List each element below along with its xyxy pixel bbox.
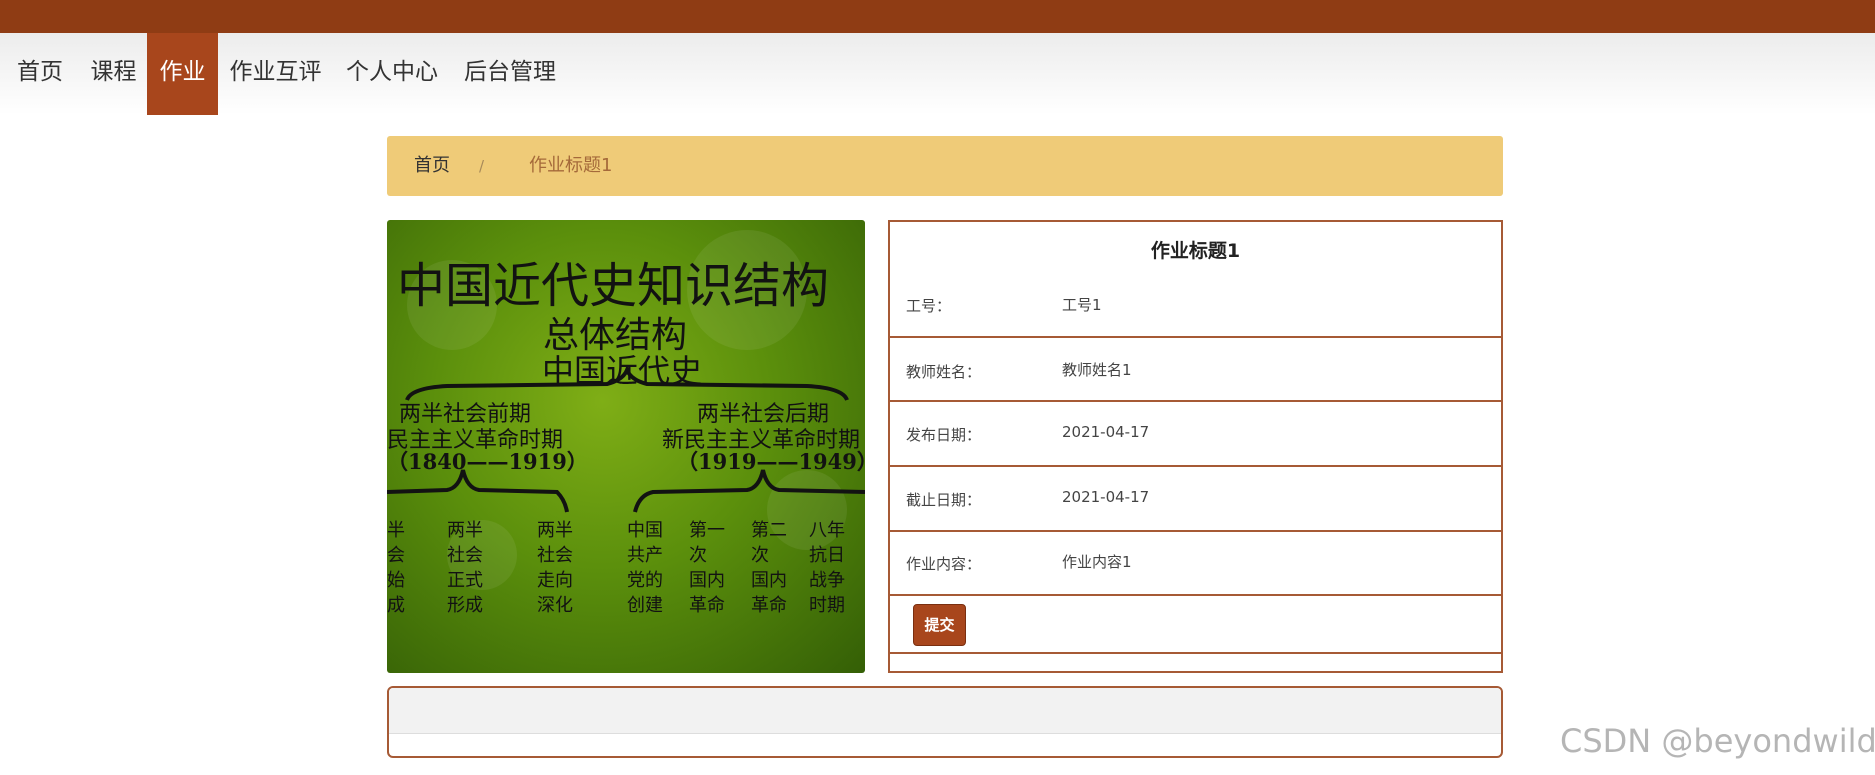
submit-button[interactable]: 提交 xyxy=(913,604,966,646)
image-left-years: （1840——1919） xyxy=(387,449,588,474)
detail-label-content: 作业内容： xyxy=(906,555,982,573)
row-divider xyxy=(890,530,1501,532)
nav-item-homework[interactable]: 作业 xyxy=(147,33,218,115)
detail-value-publish-date: 2021-04-17 xyxy=(1062,423,1150,441)
row-divider xyxy=(890,400,1501,402)
detail-title: 作业标题1 xyxy=(1150,240,1241,262)
detail-label-teacher-name: 教师姓名： xyxy=(906,363,982,381)
detail-value-content: 作业内容1 xyxy=(1062,553,1132,571)
breadcrumb-separator: / xyxy=(479,157,485,175)
image-column: 两半 社会 正式 形成 xyxy=(447,520,483,616)
breadcrumb-current: 作业标题1 xyxy=(529,155,613,176)
detail-label-publish-date: 发布日期： xyxy=(906,426,982,444)
submission-area-header xyxy=(389,688,1501,734)
nav-item-courses[interactable]: 课程 xyxy=(80,33,147,115)
top-brand-bar xyxy=(0,0,1875,33)
detail-value-due-date: 2021-04-17 xyxy=(1062,488,1150,506)
image-right-years: （1919——1949） xyxy=(677,449,865,474)
nav-item-admin[interactable]: 后台管理 xyxy=(451,33,569,115)
image-column: 第二次国内 革命 xyxy=(751,520,787,616)
image-column: 八年 抗日 战争 时期 xyxy=(809,520,845,616)
breadcrumb: 首页 / 作业标题1 xyxy=(387,136,1503,196)
detail-value-teacher-name: 教师姓名1 xyxy=(1062,361,1132,379)
detail-value-staff-id: 工号1 xyxy=(1062,296,1102,314)
image-column: 两半 社会 走向 深化 xyxy=(537,520,573,616)
row-divider xyxy=(890,652,1501,654)
row-divider xyxy=(890,594,1501,596)
image-column: 第一次国内 革命 xyxy=(689,520,725,616)
nav-item-profile[interactable]: 个人中心 xyxy=(333,33,451,115)
row-divider xyxy=(890,336,1501,338)
main-nav: 首页 课程 作业 作业互评 个人中心 后台管理 xyxy=(0,33,1875,115)
breadcrumb-home-link[interactable]: 首页 xyxy=(414,136,450,196)
image-column: 中国 共产 党的 创建 xyxy=(627,520,663,616)
detail-label-due-date: 截止日期： xyxy=(906,491,982,509)
homework-detail-panel: 作业标题1 工号： 工号1 教师姓名： 教师姓名1 发布日期： 2021-04-… xyxy=(888,220,1503,673)
submission-area xyxy=(387,686,1503,758)
homework-image: 中国近代史知识结构 总体结构 中国近代史 两半社会前期 民主主义革命时期 （18… xyxy=(387,220,865,673)
row-divider xyxy=(890,465,1501,467)
image-column: 半会始成 xyxy=(387,520,405,616)
detail-label-staff-id: 工号： xyxy=(906,297,952,315)
nav-item-home[interactable]: 首页 xyxy=(0,33,80,115)
nav-item-peer-review[interactable]: 作业互评 xyxy=(218,33,333,115)
watermark: CSDN @beyondwild xyxy=(1560,722,1875,760)
